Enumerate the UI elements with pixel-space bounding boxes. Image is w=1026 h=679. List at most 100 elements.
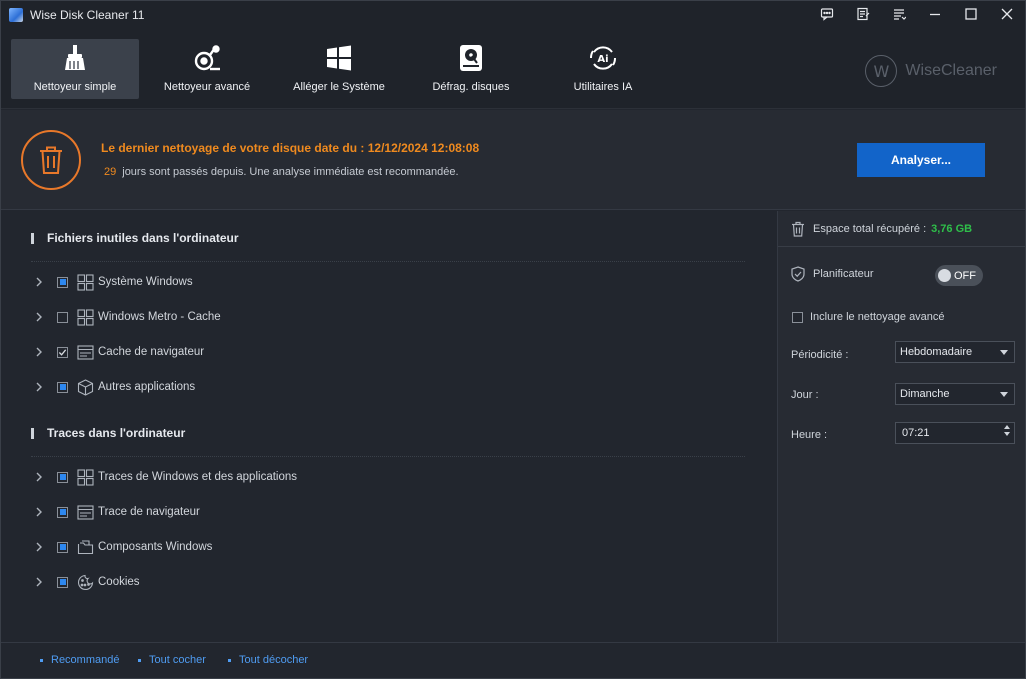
space-label: Espace total récupéré :: [813, 223, 927, 235]
day-select[interactable]: Dimanche: [895, 383, 1015, 405]
list-item[interactable]: Trace de navigateur: [35, 502, 200, 522]
item-label: Cookies: [98, 576, 140, 588]
periodicity-label: Périodicité :: [791, 349, 849, 361]
broom-icon: [60, 43, 90, 73]
browser-icon: [76, 503, 94, 521]
chevron-right-icon[interactable]: [35, 542, 45, 552]
days-count: 29: [104, 166, 117, 178]
list-item[interactable]: Système Windows: [35, 272, 193, 292]
space-value: 3,76 GB: [931, 223, 973, 235]
list-item[interactable]: Cookies: [35, 572, 140, 592]
menu-icon[interactable]: [881, 1, 917, 27]
chevron-right-icon[interactable]: [35, 277, 45, 287]
windows-grid-icon: [76, 308, 94, 326]
box-icon: [76, 378, 94, 396]
item-label: Composants Windows: [98, 541, 213, 553]
bullet-icon: [228, 658, 231, 662]
spin-down-icon[interactable]: [1004, 432, 1010, 436]
chevron-right-icon[interactable]: [35, 312, 45, 322]
item-label: Trace de navigateur: [98, 506, 200, 518]
app-icon: [9, 8, 23, 22]
toggle-knob: [938, 269, 951, 282]
cleanup-categories: Fichiers inutiles dans l'ordinateur Syst…: [1, 211, 777, 642]
chevron-right-icon[interactable]: [35, 472, 45, 482]
time-input[interactable]: 07:21: [895, 422, 1015, 444]
shield-check-icon: [791, 266, 805, 282]
item-checkbox[interactable]: [57, 506, 68, 518]
title-bar: Wise Disk Cleaner 11: [1, 1, 1025, 29]
tab-defrag-disques[interactable]: Défrag. disques: [407, 39, 535, 99]
last-clean-message: Le dernier nettoyage de votre disque dat…: [101, 141, 480, 155]
dropdown-arrow-icon: [1000, 350, 1008, 355]
window-title: Wise Disk Cleaner 11: [30, 8, 145, 22]
tab-nettoyeur-simple[interactable]: Nettoyeur simple: [11, 39, 139, 99]
tab-label: Alléger le Système: [293, 81, 385, 93]
item-checkbox[interactable]: [57, 576, 68, 588]
tab-label: Utilitaires IA: [573, 81, 633, 93]
recommended-link[interactable]: Recommandé: [40, 654, 119, 666]
item-checkbox[interactable]: [57, 541, 68, 553]
list-item[interactable]: Autres applications: [35, 377, 195, 397]
advanced-cleaner-icon: [192, 43, 222, 73]
toggle-label: OFF: [954, 269, 976, 282]
section-title-text: Traces dans l'ordinateur: [47, 426, 186, 440]
tab-label: Nettoyeur avancé: [163, 81, 251, 93]
item-checkbox[interactable]: [57, 346, 68, 358]
chevron-right-icon[interactable]: [35, 577, 45, 587]
day-value: Dimanche: [900, 388, 950, 400]
tab-nettoyeur-avance[interactable]: Nettoyeur avancé: [143, 39, 271, 99]
time-spinner[interactable]: [1004, 425, 1010, 436]
divider: [31, 456, 745, 457]
uncheck-all-link[interactable]: Tout décocher: [228, 654, 308, 666]
include-advanced-checkbox[interactable]: [792, 311, 803, 323]
ai-icon: Ai: [588, 43, 618, 73]
list-item[interactable]: Cache de navigateur: [35, 342, 204, 362]
list-item[interactable]: Composants Windows: [35, 537, 212, 557]
link-label: Tout décocher: [239, 654, 309, 666]
item-checkbox[interactable]: [57, 381, 68, 393]
item-checkbox[interactable]: [57, 276, 68, 288]
item-label: Windows Metro - Cache: [98, 311, 221, 323]
tab-alleger-systeme[interactable]: Alléger le Système: [275, 39, 403, 99]
status-banner: Le dernier nettoyage de votre disque dat…: [1, 110, 1025, 210]
item-checkbox[interactable]: [57, 471, 68, 483]
link-label: Recommandé: [51, 654, 120, 666]
periodicity-select[interactable]: Hebdomadaire: [895, 341, 1015, 363]
brand-name: WiseCleaner: [905, 62, 997, 79]
windows-grid-icon: [76, 273, 94, 291]
item-label: Cache de navigateur: [98, 346, 205, 358]
include-advanced-option[interactable]: Inclure le nettoyage avancé: [792, 311, 945, 323]
chevron-right-icon[interactable]: [35, 347, 45, 357]
day-label: Jour :: [791, 389, 819, 401]
brand-mark: W: [865, 55, 898, 87]
space-recovered: Espace total récupéré : 3,76 GB: [791, 220, 972, 238]
spin-up-icon[interactable]: [1004, 425, 1010, 429]
item-label: Traces de Windows et des applications: [98, 471, 298, 483]
item-label: Système Windows: [98, 276, 193, 288]
list-item[interactable]: Traces de Windows et des applications: [35, 467, 297, 487]
minimize-icon[interactable]: [917, 1, 953, 27]
trash-icon: [21, 130, 81, 190]
brand-logo: W WiseCleaner: [865, 55, 997, 87]
scheduler-row: Planificateur: [791, 266, 874, 282]
tab-utilitaires-ia[interactable]: Ai Utilitaires IA: [539, 39, 667, 99]
app-window: Wise Disk Cleaner 11 Nettoyeur simple Ne…: [0, 0, 1026, 679]
analyze-button[interactable]: Analyser...: [857, 143, 985, 177]
list-item[interactable]: Windows Metro - Cache: [35, 307, 221, 327]
settings-panel: Espace total récupéré : 3,76 GB Planific…: [777, 211, 1025, 642]
days-message: 29 jours sont passés depuis. Une analyse …: [104, 166, 459, 178]
chevron-right-icon[interactable]: [35, 507, 45, 517]
include-advanced-label: Inclure le nettoyage avancé: [810, 311, 945, 323]
bullet-icon: [138, 658, 141, 662]
check-all-link[interactable]: Tout cocher: [138, 654, 206, 666]
close-icon[interactable]: [989, 1, 1025, 27]
item-checkbox[interactable]: [57, 311, 68, 323]
notes-icon[interactable]: [845, 1, 881, 27]
scheduler-toggle[interactable]: OFF: [935, 265, 983, 286]
main-toolbar: Nettoyeur simple Nettoyeur avancé Allége…: [1, 29, 1025, 109]
maximize-icon[interactable]: [953, 1, 989, 27]
dropdown-arrow-icon: [1000, 392, 1008, 397]
chevron-right-icon[interactable]: [35, 382, 45, 392]
section-title: Traces dans l'ordinateur: [31, 426, 185, 440]
feedback-icon[interactable]: [809, 1, 845, 27]
